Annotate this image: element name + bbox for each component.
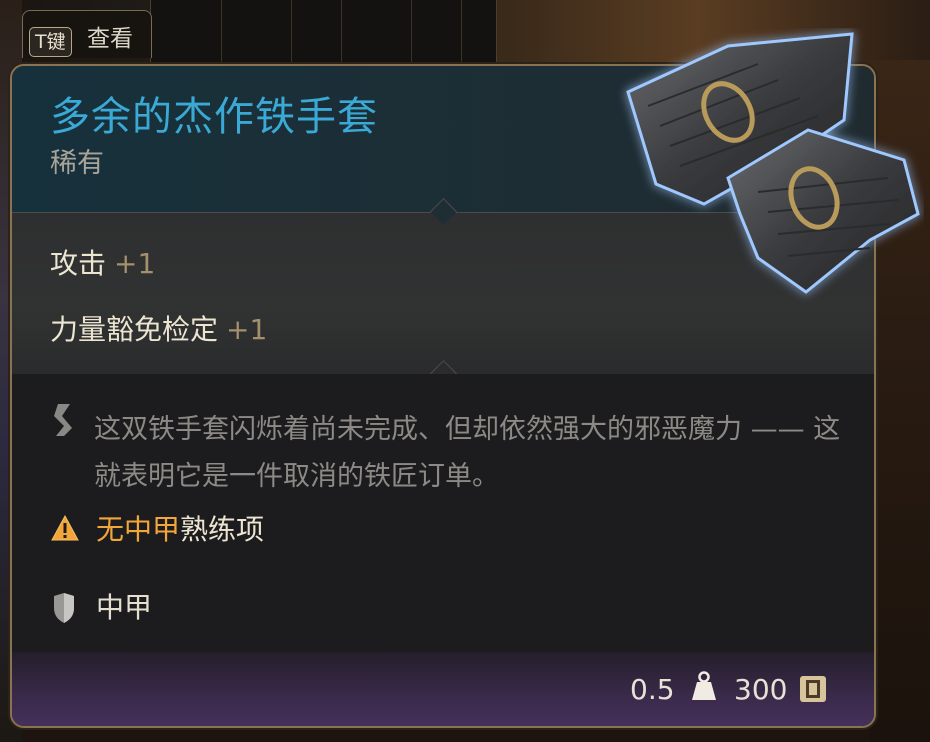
warning-highlight: 无中甲 (96, 513, 181, 546)
tooltip-body: 这双铁手套闪烁着尚未完成、但却依然强大的邪恶魔力 —— 这就表明它是一件取消的铁… (12, 374, 874, 652)
scroll-icon (50, 402, 78, 442)
stat-row-strength-save: 力量豁免检定 +1 (50, 312, 267, 348)
item-weight: 0.5 (630, 673, 675, 706)
item-rarity: 稀有 (50, 148, 104, 179)
item-description: 这双铁手套闪烁着尚未完成、但却依然强大的邪恶魔力 —— 这就表明它是一件取消的铁… (94, 414, 841, 492)
item-name: 多余的杰作铁手套 (50, 94, 378, 140)
iron-gauntlets-icon (608, 28, 924, 304)
shield-icon (52, 592, 76, 628)
tooltip-footer: 0.5 300 (12, 652, 874, 726)
inventory-grid (150, 0, 497, 66)
stat-label: 力量豁免检定 (50, 313, 219, 346)
stat-label: 攻击 (50, 247, 107, 280)
weight-icon (690, 670, 718, 708)
warning-icon (50, 514, 80, 546)
item-price: 300 (734, 673, 788, 706)
warning-text: 熟练项 (180, 513, 265, 546)
stat-row-attack: 攻击 +1 (50, 246, 155, 282)
hotkey-label: 查看 (87, 26, 133, 52)
stat-bonus: +1 (226, 313, 268, 346)
stat-bonus: +1 (114, 247, 156, 280)
examine-hotkey-hint[interactable]: T键 查看 (22, 10, 152, 58)
hotkey-key: T键 (29, 27, 72, 57)
armor-type: 中甲 (96, 591, 153, 624)
gold-coin-icon (798, 674, 828, 708)
